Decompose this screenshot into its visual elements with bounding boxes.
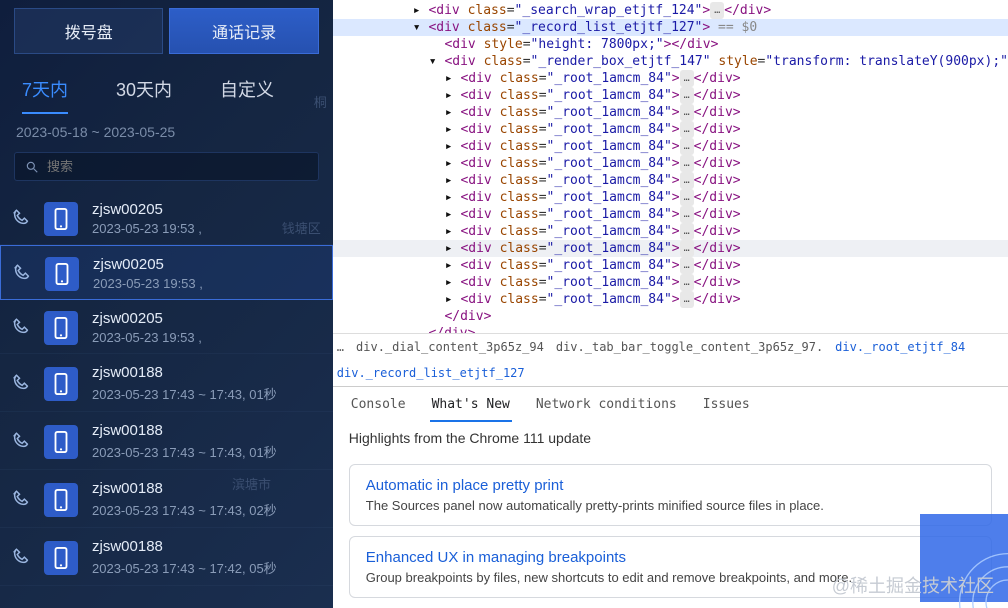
device-icon xyxy=(44,367,78,401)
call-time: 2023-05-23 17:43 ~ 17:42, 05秒 xyxy=(92,558,321,577)
drawer-tabs: Console What's New Network conditions Is… xyxy=(333,387,1008,422)
elements-tree[interactable]: ▸ <div class="_search_wrap_etjtf_124">…<… xyxy=(333,0,1008,333)
crumb[interactable]: div._root_etjtf_84 xyxy=(835,340,965,354)
call-meta: zjsw00188 2023-05-23 17:43 ~ 17:43, 02秒 xyxy=(92,480,321,519)
dom-close: </div> xyxy=(333,308,1008,325)
card-desc: Group breakpoints by files, new shortcut… xyxy=(366,570,975,585)
call-time: 2023-05-23 17:43 ~ 17:43, 01秒 xyxy=(92,442,321,461)
range-7days[interactable]: 7天内 xyxy=(22,70,68,114)
call-meta: zjsw00188 2023-05-23 17:43 ~ 17:42, 05秒 xyxy=(92,538,321,577)
incoming-call-icon xyxy=(12,489,30,510)
call-panel: 桐 钱塘区 滨塘市 拨号盘 通话记录 7天内 30天内 自定义 2023-05-… xyxy=(0,0,333,608)
devtools-drawer: Console What's New Network conditions Is… xyxy=(333,386,1008,608)
device-icon xyxy=(44,311,78,345)
device-icon xyxy=(44,425,78,459)
device-icon xyxy=(45,257,79,291)
dom-node[interactable]: ▸ <div class="_root_1amcm_84">…</div> xyxy=(333,138,1008,155)
dom-node[interactable]: ▸ <div class="_root_1amcm_84">…</div> xyxy=(333,240,1008,257)
crumb[interactable]: div._tab_bar_toggle_content_3p65z_97. xyxy=(556,340,823,354)
incoming-call-icon xyxy=(12,317,30,338)
dom-node[interactable]: ▸ <div class="_root_1amcm_84">…</div> xyxy=(333,70,1008,87)
call-name: zjsw00205 xyxy=(93,256,320,273)
device-icon xyxy=(44,483,78,517)
card-desc: The Sources panel now automatically pret… xyxy=(366,498,975,513)
device-icon xyxy=(44,541,78,575)
tab-console[interactable]: Console xyxy=(349,393,408,422)
dom-node[interactable]: ▸ <div class="_root_1amcm_84">…</div> xyxy=(333,87,1008,104)
call-name: zjsw00205 xyxy=(92,310,321,327)
dom-node-selected[interactable]: ▾ <div class="_record_list_etjtf_127"> =… xyxy=(333,19,1008,36)
breadcrumb: … div._dial_content_3p65z_94 div._tab_ba… xyxy=(333,333,1008,386)
call-list-item[interactable]: zjsw00188 2023-05-23 17:43 ~ 17:42, 05秒 xyxy=(0,528,333,586)
call-list-item[interactable]: zjsw00205 2023-05-23 19:53 , xyxy=(0,300,333,354)
search-icon xyxy=(25,160,39,174)
incoming-call-icon xyxy=(12,547,30,568)
crumb-active[interactable]: div._record_list_etjtf_127 xyxy=(337,366,525,380)
call-time: 2023-05-23 17:43 ~ 17:43, 01秒 xyxy=(92,384,321,403)
call-name: zjsw00188 xyxy=(92,538,321,555)
call-meta: zjsw00205 2023-05-23 19:53 , xyxy=(92,201,321,236)
call-list[interactable]: zjsw00205 2023-05-23 19:53 , zjsw00205 2023… xyxy=(0,191,333,608)
whats-new-heading: Highlights from the Chrome 111 update xyxy=(333,422,1008,458)
tab-issues[interactable]: Issues xyxy=(701,393,752,422)
call-meta: zjsw00205 2023-05-23 19:53 , xyxy=(92,310,321,345)
incoming-call-icon xyxy=(13,263,31,284)
incoming-call-icon xyxy=(12,208,30,229)
dom-node[interactable]: ▸ <div class="_root_1amcm_84">…</div> xyxy=(333,223,1008,240)
call-meta: zjsw00188 2023-05-23 17:43 ~ 17:43, 01秒 xyxy=(92,364,321,403)
tab-call-history[interactable]: 通话记录 xyxy=(169,8,318,54)
dom-node[interactable]: ▸ <div class="_root_1amcm_84">…</div> xyxy=(333,206,1008,223)
date-range: 2023-05-18 ~ 2023-05-25 xyxy=(0,114,333,146)
call-name: zjsw00188 xyxy=(92,422,321,439)
news-card[interactable]: Automatic in place pretty print The Sour… xyxy=(349,464,992,526)
dom-close: </div> xyxy=(333,325,1008,333)
call-time: 2023-05-23 19:53 , xyxy=(93,276,320,291)
search-input[interactable] xyxy=(47,159,308,174)
dom-node[interactable]: ▸ <div class="_search_wrap_etjtf_124">…<… xyxy=(333,2,1008,19)
call-list-item[interactable]: zjsw00188 2023-05-23 17:43 ~ 17:43, 01秒 xyxy=(0,354,333,412)
search-box[interactable] xyxy=(14,152,319,181)
call-meta: zjsw00205 2023-05-23 19:53 , xyxy=(93,256,320,291)
call-list-item[interactable]: zjsw00205 2023-05-23 19:53 , xyxy=(0,191,333,245)
incoming-call-icon xyxy=(12,373,30,394)
device-icon xyxy=(44,202,78,236)
devtools-panel: ▸ <div class="_search_wrap_etjtf_124">…<… xyxy=(333,0,1008,608)
dom-node[interactable]: ▸ <div class="_root_1amcm_84">…</div> xyxy=(333,104,1008,121)
call-time: 2023-05-23 19:53 , xyxy=(92,221,321,236)
incoming-call-icon xyxy=(12,431,30,452)
dom-node[interactable]: ▾ <div class="_render_box_etjtf_147" sty… xyxy=(333,53,1008,70)
card-title: Enhanced UX in managing breakpoints xyxy=(366,549,975,566)
dom-node[interactable]: ▸ <div class="_root_1amcm_84">…</div> xyxy=(333,172,1008,189)
dom-node[interactable]: ▸ <div class="_root_1amcm_84">…</div> xyxy=(333,257,1008,274)
dom-node[interactable]: ▸ <div class="_root_1amcm_84">…</div> xyxy=(333,121,1008,138)
top-tabs: 拨号盘 通话记录 xyxy=(0,0,333,60)
tab-dialpad[interactable]: 拨号盘 xyxy=(14,8,163,54)
card-title: Automatic in place pretty print xyxy=(366,477,975,494)
call-list-item[interactable]: zjsw00188 2023-05-23 17:43 ~ 17:43, 02秒 xyxy=(0,470,333,528)
dom-node[interactable]: <div style="height: 7800px;"></div> xyxy=(333,36,1008,53)
range-custom[interactable]: 自定义 xyxy=(220,70,274,114)
dom-node[interactable]: ▸ <div class="_root_1amcm_84">…</div> xyxy=(333,189,1008,206)
tab-network-conditions[interactable]: Network conditions xyxy=(534,393,679,422)
tab-whats-new[interactable]: What's New xyxy=(430,393,512,422)
call-name: zjsw00205 xyxy=(92,201,321,218)
call-name: zjsw00188 xyxy=(92,480,321,497)
range-30days[interactable]: 30天内 xyxy=(116,70,172,114)
range-tabs: 7天内 30天内 自定义 xyxy=(0,60,333,114)
dom-node[interactable]: ▸ <div class="_root_1amcm_84">…</div> xyxy=(333,274,1008,291)
call-time: 2023-05-23 19:53 , xyxy=(92,330,321,345)
call-time: 2023-05-23 17:43 ~ 17:43, 02秒 xyxy=(92,500,321,519)
crumb[interactable]: div._dial_content_3p65z_94 xyxy=(356,340,544,354)
news-card[interactable]: Enhanced UX in managing breakpoints Grou… xyxy=(349,536,992,598)
dom-node[interactable]: ▸ <div class="_root_1amcm_84">…</div> xyxy=(333,291,1008,308)
breadcrumb-overflow[interactable]: … xyxy=(337,340,344,354)
call-name: zjsw00188 xyxy=(92,364,321,381)
call-list-item[interactable]: zjsw00188 2023-05-23 17:43 ~ 17:43, 01秒 xyxy=(0,412,333,470)
call-list-item[interactable]: zjsw00205 2023-05-23 19:53 , xyxy=(0,245,333,300)
call-meta: zjsw00188 2023-05-23 17:43 ~ 17:43, 01秒 xyxy=(92,422,321,461)
dom-node[interactable]: ▸ <div class="_root_1amcm_84">…</div> xyxy=(333,155,1008,172)
